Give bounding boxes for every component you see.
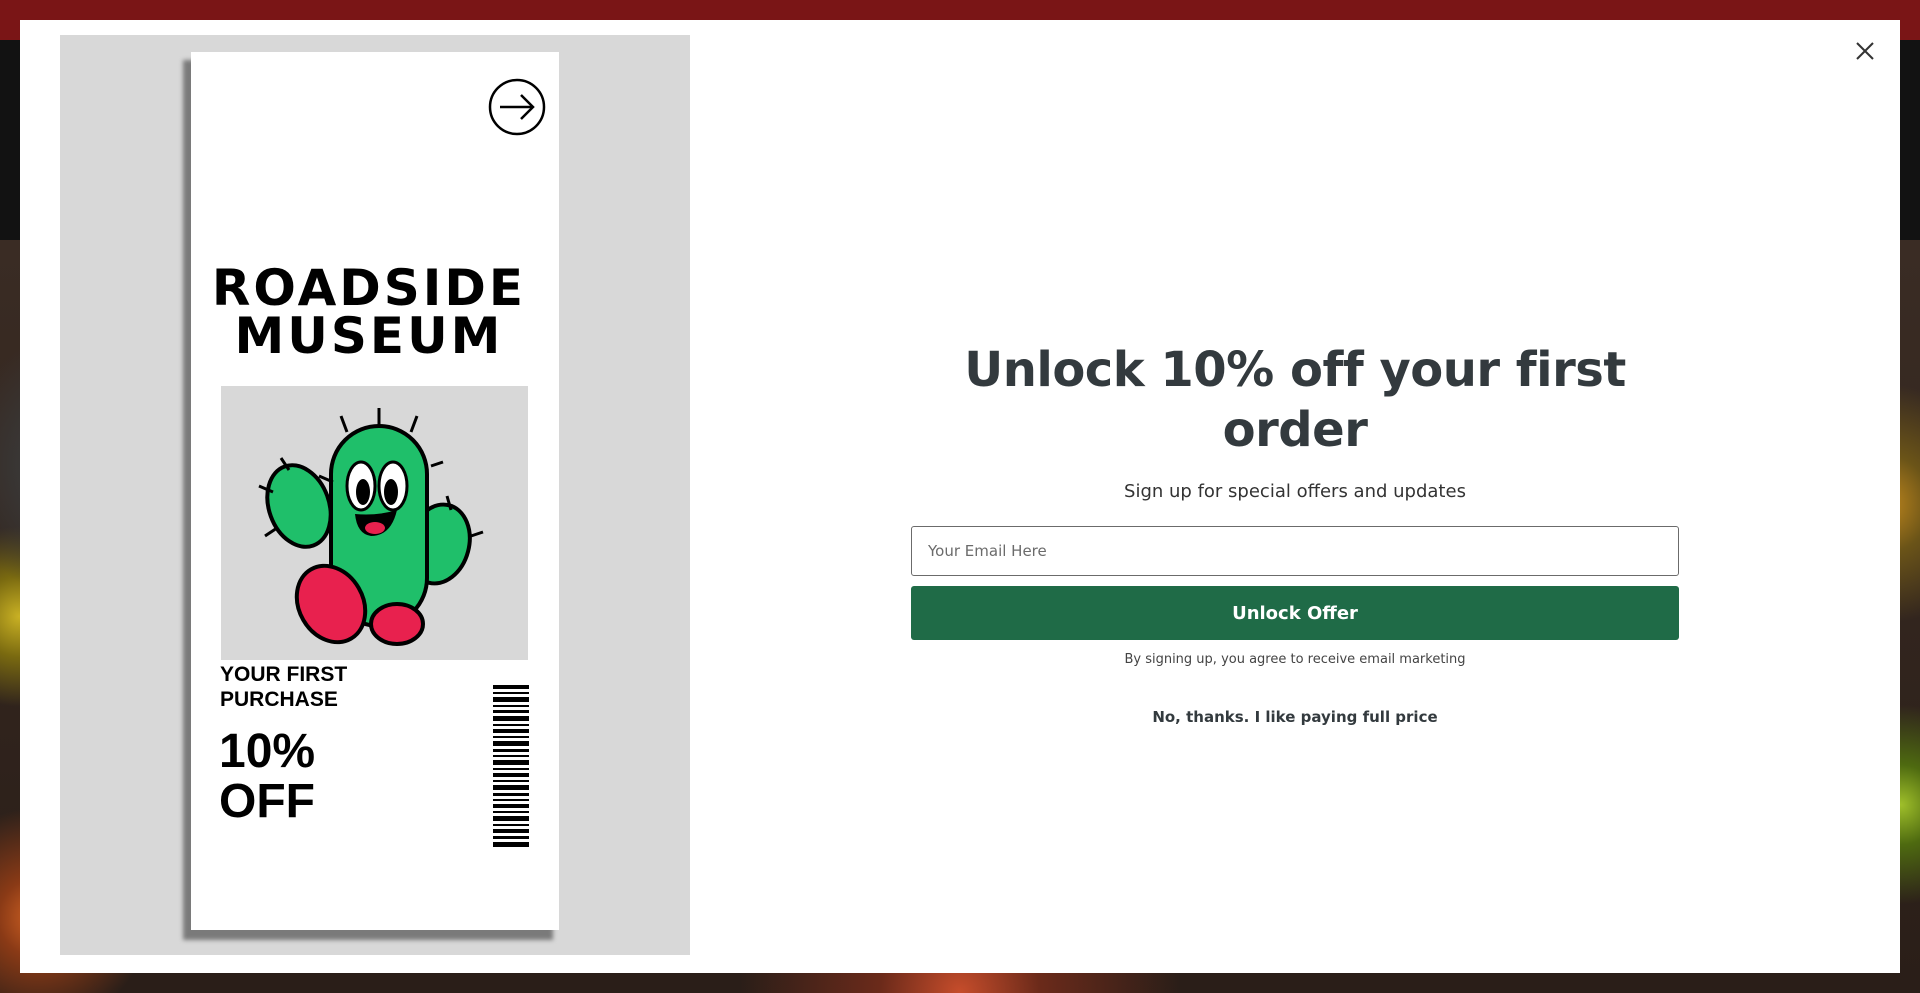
ticket-title: ROADSIDE MUSEUM	[211, 259, 527, 365]
promo-image: ROADSIDE MUSEUM YOUR FIRST PURCHASE 10% …	[60, 35, 690, 955]
ticket-purchase-label: YOUR FIRST PURCHASE	[220, 663, 348, 711]
decline-offer-link[interactable]: No, thanks. I like paying full price	[1152, 708, 1437, 726]
close-icon	[1856, 42, 1874, 60]
unlock-offer-button[interactable]: Unlock Offer	[911, 586, 1679, 640]
modal-subheadline: Sign up for special offers and updates	[1124, 481, 1466, 502]
ticket-discount-label: 10% OFF	[219, 725, 316, 828]
barcode-icon	[493, 685, 529, 847]
signup-form: Unlock 10% off your first order Sign up …	[911, 340, 1679, 726]
close-button[interactable]	[1850, 36, 1880, 66]
coupon-ticket: ROADSIDE MUSEUM YOUR FIRST PURCHASE 10% …	[191, 52, 559, 930]
cactus-mascot-illustration	[221, 386, 528, 660]
signup-modal: ROADSIDE MUSEUM YOUR FIRST PURCHASE 10% …	[20, 20, 1900, 973]
arrow-right-circle-icon	[488, 78, 546, 136]
marketing-disclaimer: By signing up, you agree to receive emai…	[1124, 652, 1466, 667]
cactus-icon	[258, 408, 484, 646]
modal-headline: Unlock 10% off your first order	[964, 342, 1626, 458]
email-field[interactable]	[911, 526, 1679, 576]
